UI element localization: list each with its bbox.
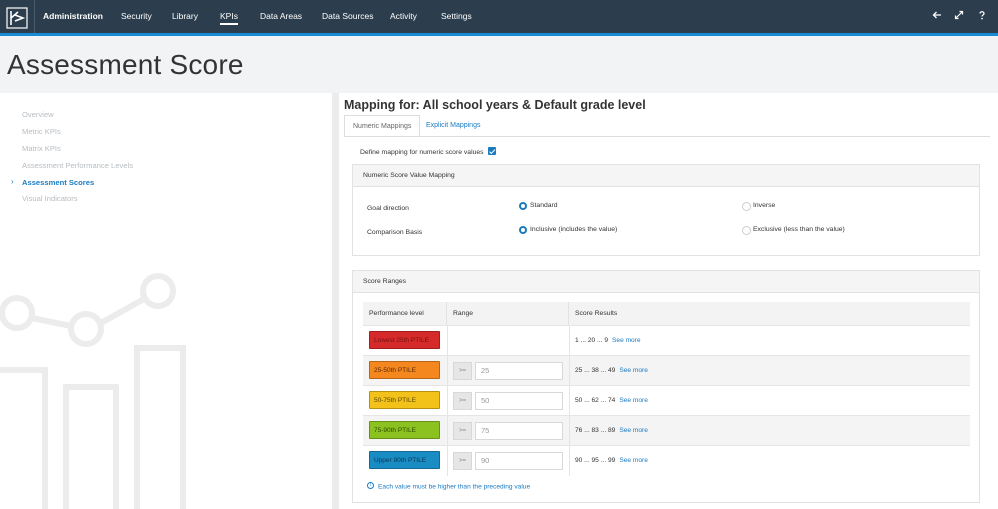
app-logo-icon[interactable] [6, 7, 28, 29]
top-navigation-bar: Administration Security Library KPIs Dat… [0, 0, 998, 36]
define-mapping-label: Define mapping for numeric score values [360, 148, 484, 156]
column-divider [332, 93, 339, 509]
see-more-link[interactable]: See more [619, 427, 648, 434]
nav-activity[interactable]: Activity [390, 11, 417, 21]
performance-level-badge: Lowest 25th PTILE [369, 331, 440, 349]
sidebar-item-assessment-scores[interactable]: Assessment Scores [22, 178, 94, 187]
column-header-range: Range [447, 302, 569, 325]
info-icon: i [367, 482, 374, 489]
cell-divider [569, 416, 570, 446]
sidebar-item-matrix-kpis[interactable]: Matrix KPIs [22, 144, 61, 153]
score-ranges-panel: Score Ranges Performance level Range Sco… [352, 270, 980, 503]
score-result: 50 ... 62 ... 74 See more [575, 397, 648, 404]
goal-direction-label: Goal direction [367, 205, 409, 212]
see-more-link[interactable]: See more [612, 337, 641, 344]
score-result-values: 1 ... 20 ... 9 [575, 337, 608, 344]
cell-divider [447, 386, 448, 416]
table-row: Upper 90th PTILE >= 90 90 ... 95 ... 99 See … [363, 445, 970, 476]
sidebar-item-assessment-performance-levels[interactable]: Assessment Performance Levels [22, 161, 133, 170]
sidebar-item-metric-kpis[interactable]: Metric KPIs [22, 127, 61, 136]
column-header-performance-level: Performance level [363, 302, 447, 325]
tab-explicit-mappings[interactable]: Explicit Mappings [418, 115, 488, 137]
cell-divider [447, 326, 448, 356]
range-input[interactable]: 90 [475, 452, 563, 470]
nav-data-sources[interactable]: Data Sources [322, 11, 374, 21]
sidebar-item-overview[interactable]: Overview [22, 110, 54, 119]
cell-divider [569, 326, 570, 356]
chevron-right-icon: › [11, 177, 14, 186]
score-result: 25 ... 38 ... 49 See more [575, 367, 648, 374]
nav-library[interactable]: Library [172, 11, 198, 21]
page-title: Assessment Score [7, 49, 244, 80]
comparison-basis-label: Comparison Basis [367, 229, 423, 236]
left-sidebar: Overview Metric KPIs Matrix KPIs Assessm… [0, 93, 332, 509]
goal-standard-radio[interactable]: Standard [519, 202, 558, 210]
cell-divider [447, 416, 448, 446]
basis-inclusive-radio[interactable]: Inclusive (includes the value) [519, 226, 617, 234]
see-more-link[interactable]: See more [619, 367, 648, 374]
range-operator: >= [453, 422, 472, 440]
score-result-values: 50 ... 62 ... 74 [575, 397, 616, 404]
range-input[interactable]: 25 [475, 362, 563, 380]
see-more-link[interactable]: See more [619, 457, 648, 464]
basis-exclusive-radio[interactable]: Exclusive (less than the value) [742, 226, 845, 235]
score-ranges-header: Score Ranges [353, 271, 979, 293]
nav-administration[interactable]: Administration [43, 11, 103, 21]
cell-divider [447, 356, 448, 386]
mapping-title: Mapping for: All school years & Default … [344, 98, 646, 112]
tab-numeric-mappings[interactable]: Numeric Mappings [344, 115, 421, 137]
main-panel: Mapping for: All school years & Default … [339, 93, 998, 509]
column-header-score-results: Score Results [569, 302, 970, 325]
cell-divider [569, 446, 570, 476]
performance-level-badge: 75-90th PTILE [369, 421, 440, 439]
nav-security[interactable]: Security [121, 11, 152, 21]
nav-kpis[interactable]: KPIs [220, 11, 238, 25]
expand-icon[interactable] [952, 10, 966, 24]
range-operator: >= [453, 362, 472, 380]
help-icon[interactable] [975, 10, 989, 24]
score-result: 1 ... 20 ... 9 See more [575, 337, 641, 344]
cell-divider [569, 356, 570, 386]
performance-level-badge: 25-50th PTILE [369, 361, 440, 379]
logo-divider [34, 0, 35, 33]
range-input[interactable]: 50 [475, 392, 563, 410]
nav-data-areas[interactable]: Data Areas [260, 11, 302, 21]
range-operator: >= [453, 452, 472, 470]
sidebar-item-visual-indicators[interactable]: Visual Indicators [22, 194, 78, 203]
range-input[interactable]: 75 [475, 422, 563, 440]
table-row: Lowest 25th PTILE 1 ... 20 ... 9 See more [363, 325, 970, 356]
score-result: 76 ... 83 ... 89 See more [575, 427, 648, 434]
range-note-text: Each value must be higher than the prece… [378, 483, 531, 491]
value-mapping-header: Numeric Score Value Mapping [353, 165, 979, 187]
value-mapping-panel: Numeric Score Value Mapping Goal directi… [352, 164, 980, 256]
table-row: 75-90th PTILE >= 75 76 ... 83 ... 89 See mor… [363, 415, 970, 446]
decorative-chart-illustration [0, 273, 186, 509]
score-result-values: 90 ... 95 ... 99 [575, 457, 616, 464]
table-row: 50-75th PTILE >= 50 50 ... 62 ... 74 See mor… [363, 385, 970, 416]
tab-underline [344, 136, 990, 137]
goal-inverse-radio[interactable]: Inverse [742, 202, 775, 211]
range-operator: >= [453, 392, 472, 410]
cell-divider [569, 386, 570, 416]
performance-level-badge: 50-75th PTILE [369, 391, 440, 409]
cell-divider [447, 446, 448, 476]
range-validation-note: i Each value must be higher than the prec… [367, 482, 531, 491]
see-more-link[interactable]: See more [619, 397, 648, 404]
define-mapping-checkbox[interactable] [488, 147, 497, 155]
score-result-values: 76 ... 83 ... 89 [575, 427, 616, 434]
back-arrow-icon[interactable] [930, 10, 944, 24]
define-mapping-row: Define mapping for numeric score values [360, 147, 497, 156]
performance-level-badge: Upper 90th PTILE [369, 451, 440, 469]
score-result: 90 ... 95 ... 99 See more [575, 457, 648, 464]
table-row: 25-50th PTILE >= 25 25 ... 38 ... 49 See mor… [363, 355, 970, 386]
score-result-values: 25 ... 38 ... 49 [575, 367, 616, 374]
nav-settings[interactable]: Settings [441, 11, 472, 21]
